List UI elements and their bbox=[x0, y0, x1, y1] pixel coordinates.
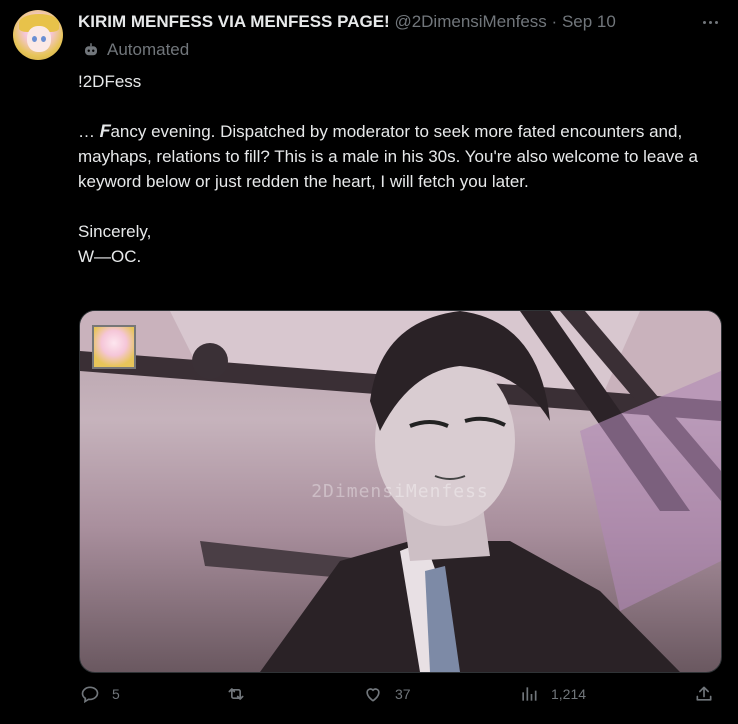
heart-icon bbox=[366, 688, 380, 702]
avatar[interactable] bbox=[13, 10, 63, 60]
author-name[interactable]: KIRIM MENFESS VIA MENFESS PAGE! bbox=[78, 12, 390, 31]
avatar-eye bbox=[32, 36, 37, 42]
like-button[interactable]: 37 bbox=[363, 684, 411, 704]
share-button[interactable] bbox=[694, 684, 714, 704]
avatar-eye bbox=[41, 36, 46, 42]
analytics-icon bbox=[522, 687, 537, 701]
tweet-signature: W—OC. bbox=[78, 247, 142, 266]
tweet-paragraph: … 𝑭ancy evening. Dispatched by moderator… bbox=[78, 122, 698, 191]
like-count: 37 bbox=[395, 686, 411, 702]
more-button[interactable] bbox=[698, 10, 722, 34]
post-date[interactable]: Sep 10 bbox=[562, 12, 616, 31]
author-handle[interactable]: @2DimensiMenfess bbox=[394, 12, 546, 31]
automated-text: Automated bbox=[107, 40, 190, 59]
tweet-header: KIRIM MENFESS VIA MENFESS PAGE! @2Dimens… bbox=[78, 12, 616, 32]
automated-label: Automated bbox=[82, 40, 189, 60]
avatar-face bbox=[27, 26, 51, 52]
reply-icon bbox=[81, 686, 99, 704]
more-horizontal-icon bbox=[702, 20, 706, 24]
repost-button[interactable] bbox=[226, 684, 258, 704]
watermark-avatar bbox=[92, 325, 136, 369]
reply-count: 5 bbox=[112, 686, 120, 702]
separator: · bbox=[551, 12, 558, 31]
views-count: 1,214 bbox=[551, 686, 587, 702]
repost-icon bbox=[228, 688, 244, 700]
tweet-line: !2DFess bbox=[78, 72, 142, 91]
tweet-image[interactable]: 2DimensiMenfess bbox=[79, 310, 722, 673]
tweet: KIRIM MENFESS VIA MENFESS PAGE! @2Dimens… bbox=[0, 0, 738, 724]
tweet-text: !2DFess … 𝑭ancy evening. Dispatched by m… bbox=[78, 69, 726, 269]
reply-button[interactable]: 5 bbox=[80, 684, 120, 704]
share-icon bbox=[696, 686, 712, 701]
tweet-closing: Sincerely, bbox=[78, 222, 152, 241]
bot-icon bbox=[85, 43, 97, 56]
image-watermark: 2DimensiMenfess bbox=[311, 481, 489, 502]
views-button[interactable]: 1,214 bbox=[519, 684, 586, 704]
action-bar: 5 37 1,214 bbox=[0, 684, 738, 718]
